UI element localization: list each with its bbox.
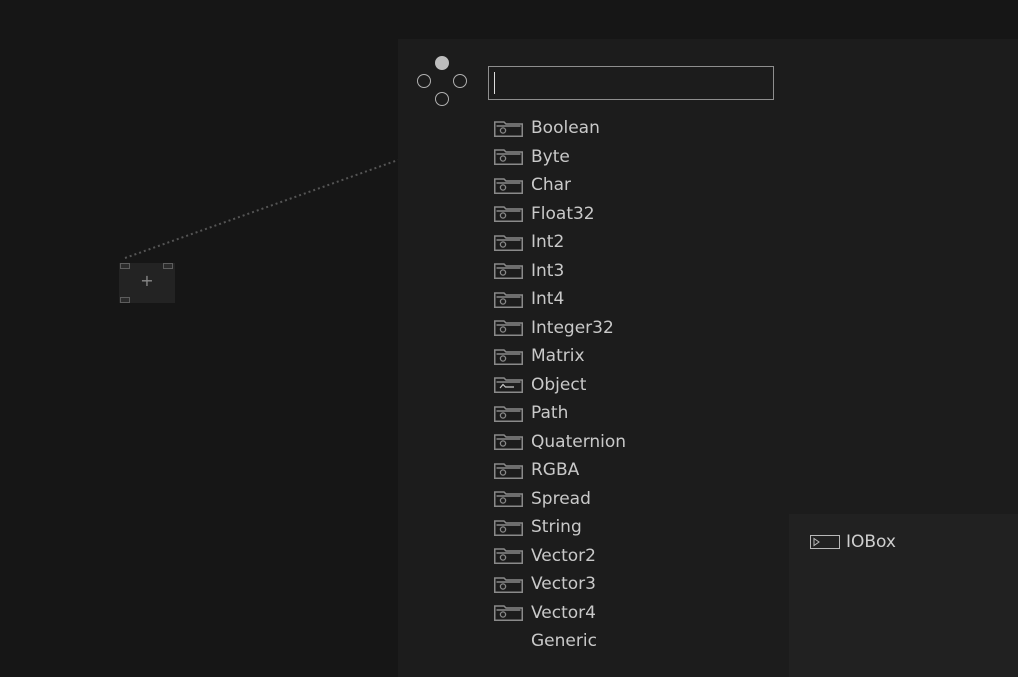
nav-dot-left-icon[interactable]	[417, 74, 431, 88]
folder-icon	[494, 205, 531, 223]
category-item-vector4[interactable]: Vector4	[494, 599, 626, 628]
category-item-int4[interactable]: Int4	[494, 285, 626, 314]
category-label: Boolean	[531, 118, 600, 139]
category-label: Float32	[531, 203, 595, 224]
patch-canvas[interactable]: + Boolean Byte Char Float32 Int2 Int3 Int4 Inte…	[0, 0, 1018, 677]
folder-icon	[494, 519, 531, 536]
category-label: Spread	[531, 488, 591, 509]
input-pin-2[interactable]	[163, 263, 173, 269]
search-input[interactable]	[488, 66, 774, 100]
icon-spacer	[494, 633, 523, 650]
nav-dot-down-icon[interactable]	[435, 92, 449, 106]
category-item-int2[interactable]: Int2	[494, 228, 626, 257]
category-item-path[interactable]: Path	[494, 399, 626, 428]
category-label: Generic	[531, 631, 597, 652]
category-item-byte[interactable]: Byte	[494, 143, 626, 172]
add-node[interactable]: +	[119, 263, 175, 303]
folder-icon	[494, 319, 531, 337]
nav-dot-right-icon[interactable]	[453, 74, 467, 88]
folder-icon	[494, 177, 531, 194]
nav-dot-up-icon[interactable]	[435, 56, 449, 70]
folder-icon	[494, 234, 531, 251]
folder-icon	[494, 405, 531, 422]
category-label: Int2	[531, 232, 565, 253]
category-item-string[interactable]: String	[494, 513, 626, 542]
node-subpanel: IOBox	[789, 514, 1018, 677]
category-item-vector3[interactable]: Vector3	[494, 570, 626, 599]
category-item-integer32[interactable]: Integer32	[494, 314, 626, 343]
category-label: Int3	[531, 260, 565, 281]
node-item-label: IOBox	[846, 532, 896, 552]
category-item-matrix[interactable]: Matrix	[494, 342, 626, 371]
category-label: Vector4	[531, 602, 596, 623]
folder-icon	[494, 120, 531, 137]
folder-icon	[494, 348, 531, 365]
category-label: Vector2	[531, 545, 596, 566]
folder-icon	[494, 547, 531, 565]
category-label: Matrix	[531, 346, 585, 367]
folder-icon	[494, 604, 531, 622]
category-item-spread[interactable]: Spread	[494, 485, 626, 514]
text-caret	[494, 72, 495, 94]
category-label: Path	[531, 403, 569, 424]
category-item-char[interactable]: Char	[494, 171, 626, 200]
category-label: Object	[531, 374, 587, 395]
folder-icon	[494, 576, 531, 593]
node-label: +	[140, 271, 154, 290]
category-label: RGBA	[531, 460, 580, 481]
category-list: Boolean Byte Char Float32 Int2 Int3 Int4 Intege…	[494, 114, 626, 656]
category-label: Integer32	[531, 317, 614, 338]
node-item-iobox[interactable]: IOBox	[810, 532, 896, 552]
folder-object-icon	[494, 376, 531, 394]
category-item-float32[interactable]: Float32	[494, 200, 626, 229]
category-item-int3[interactable]: Int3	[494, 257, 626, 286]
category-label: Quaternion	[531, 431, 627, 452]
folder-icon	[494, 148, 531, 166]
category-label: Byte	[531, 146, 570, 167]
category-label: Vector3	[531, 574, 596, 595]
category-label: String	[531, 517, 582, 538]
folder-icon	[494, 291, 531, 308]
folder-icon	[494, 490, 531, 508]
category-item-object[interactable]: Object	[494, 371, 626, 400]
category-item-vector2[interactable]: Vector2	[494, 542, 626, 571]
category-item-rgba[interactable]: RGBA	[494, 456, 626, 485]
output-pin[interactable]	[120, 297, 130, 303]
navigation-dots	[416, 55, 472, 111]
folder-icon	[494, 462, 531, 479]
category-item-quaternion[interactable]: Quaternion	[494, 428, 626, 457]
folder-icon	[494, 262, 531, 280]
folder-icon	[494, 433, 531, 451]
input-pin-1[interactable]	[120, 263, 130, 269]
category-item-generic[interactable]: Generic	[494, 627, 626, 656]
iobox-icon	[810, 535, 840, 549]
category-label: Int4	[531, 289, 565, 310]
category-label: Char	[531, 175, 572, 196]
category-item-boolean[interactable]: Boolean	[494, 114, 626, 143]
